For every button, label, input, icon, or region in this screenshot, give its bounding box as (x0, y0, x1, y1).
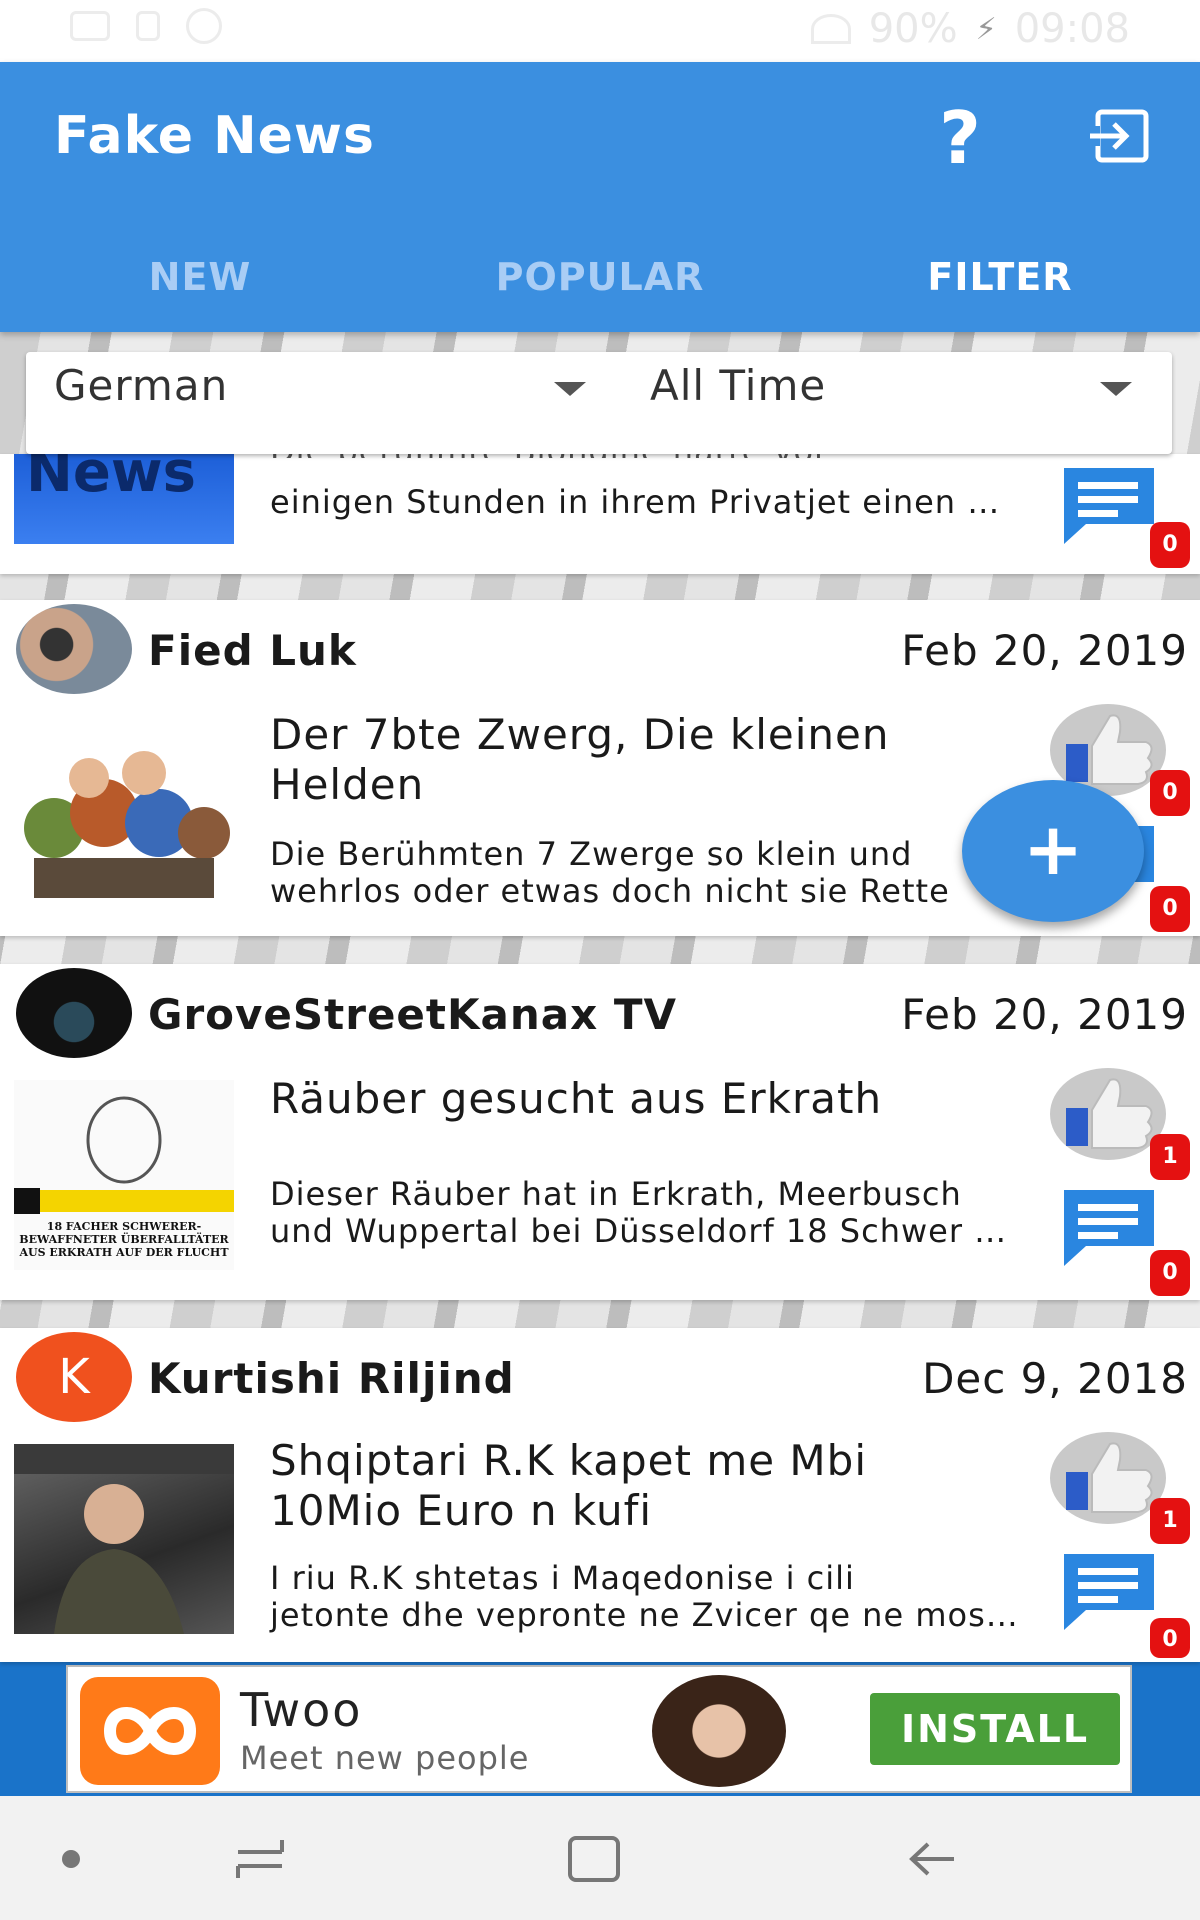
excerpt-line: Die Berühmten 7 Zwerge so klein und (270, 835, 913, 873)
thumbnail-text: News (26, 454, 196, 505)
add-news-button[interactable]: + (962, 780, 1144, 922)
avatar (16, 968, 132, 1058)
like-count-badge: 0 (1150, 770, 1190, 816)
avatar (16, 604, 132, 694)
excerpt-line: I riu R.K shtetas i Maqedonise i cili (270, 1559, 855, 1597)
excerpt-line: Dieser Räuber hat in Erkrath, Meerbusch (270, 1175, 962, 1213)
comment-button[interactable] (1058, 464, 1160, 546)
home-button-icon[interactable] (566, 1834, 622, 1888)
back-icon[interactable] (904, 1834, 960, 1888)
excerpt-line: wehrlos oder etwas doch nicht sie Rette (270, 872, 950, 910)
notification-icon (136, 11, 160, 41)
news-excerpt: Die Berühmten 7 Zwerge so klein und wehr… (270, 836, 1040, 910)
post-date: Feb 20, 2019 (901, 990, 1188, 1039)
author-name[interactable]: Kurtishi Riljind (148, 1354, 515, 1403)
comment-button[interactable] (1058, 1186, 1160, 1268)
news-thumbnail (14, 1444, 234, 1634)
app-title: Fake News (54, 106, 375, 166)
whatsapp-icon (186, 8, 222, 44)
battery-level: 90% (868, 6, 958, 52)
author-name[interactable]: GroveStreetKanax TV (148, 990, 677, 1039)
comment-button[interactable] (1058, 1550, 1160, 1632)
news-card[interactable]: K Kurtishi Riljind Dec 9, 2018 Shqiptari… (0, 1328, 1200, 1662)
tab-bar: NEW POPULAR FILTER (0, 222, 1200, 332)
avatar: K (16, 1332, 132, 1422)
news-headline: Shqiptari R.K kapet me Mbi 10Mio Euro n … (270, 1436, 970, 1536)
post-date: Dec 9, 2018 (922, 1354, 1188, 1403)
news-excerpt: I riu R.K shtetas i Maqedonise i cili je… (270, 1560, 1040, 1634)
news-excerpt: Dieser Räuber hat in Erkrath, Meerbusch … (270, 1176, 1040, 1250)
post-date: Feb 20, 2019 (901, 626, 1188, 675)
thumbnail-caption: 18 FACHER SCHWERER-BEWAFFNETER ÜBERFALLT… (19, 1220, 229, 1259)
chevron-down-icon (554, 382, 586, 396)
twoo-logo-icon (80, 1677, 220, 1785)
news-thumbnail: News (14, 454, 234, 544)
news-thumbnail: 18 FACHER SCHWERER-BEWAFFNETER ÜBERFALLT… (14, 1080, 234, 1270)
tab-new[interactable]: NEW (0, 222, 400, 332)
filter-card: German All Time (26, 352, 1172, 454)
charging-icon: ⚡ (975, 11, 997, 47)
app-bar: Fake News ? NEW POPULAR FILTER (0, 62, 1200, 332)
status-bar: 90% ⚡ 09:08 (0, 0, 1200, 62)
clock: 09:08 (1014, 6, 1130, 52)
home-dot-icon[interactable] (62, 1850, 80, 1868)
headline-line: Räuber gesucht aus Erkrath (270, 1074, 883, 1123)
recent-apps-icon[interactable] (232, 1834, 288, 1888)
mail-icon (70, 11, 110, 41)
system-nav-bar (0, 1796, 1200, 1920)
ad-card[interactable]: Twoo Meet new people INSTALL (66, 1665, 1132, 1793)
ad-banner: Twoo Meet new people INSTALL (0, 1662, 1200, 1796)
language-select[interactable]: German (54, 352, 594, 454)
headline-line: Shqiptari R.K kapet me Mbi (270, 1436, 867, 1485)
comment-count-badge: 0 (1150, 1250, 1190, 1296)
ad-title: Twoo (240, 1683, 363, 1737)
comment-count-badge: 0 (1150, 1618, 1190, 1658)
time-range-value: All Time (650, 361, 827, 410)
news-card-partial[interactable]: News Die berühmte Blondine hatte vor ein… (0, 432, 1200, 574)
language-value: German (54, 361, 229, 410)
like-count-badge: 1 (1150, 1134, 1190, 1180)
install-button[interactable]: INSTALL (870, 1693, 1120, 1765)
like-count-badge: 1 (1150, 1498, 1190, 1544)
ad-subtitle: Meet new people (240, 1739, 530, 1777)
headline-line: Der 7bte Zwerg, Die kleinen (270, 710, 890, 759)
headline-line: 10Mio Euro n kufi (270, 1486, 653, 1535)
excerpt-line: und Wuppertal bei Düsseldorf 18 Schwer … (270, 1212, 1008, 1250)
time-range-select[interactable]: All Time (650, 352, 1150, 454)
comment-count-badge: 0 (1150, 522, 1190, 568)
news-headline: Der 7bte Zwerg, Die kleinen Helden (270, 710, 970, 810)
chevron-down-icon (1100, 382, 1132, 396)
headline-line: Helden (270, 760, 425, 809)
logout-icon[interactable] (1086, 106, 1152, 166)
news-headline: Räuber gesucht aus Erkrath (270, 1074, 970, 1124)
news-thumbnail (14, 718, 234, 908)
comment-count-badge: 0 (1150, 886, 1190, 932)
wifi-icon (810, 14, 851, 44)
ad-image (652, 1675, 786, 1787)
excerpt-line: jetonte dhe vepronte ne Zvicer qe ne mos… (270, 1596, 1019, 1634)
avatar-letter: K (58, 1349, 90, 1405)
news-excerpt: einigen Stunden in ihrem Privatjet einen… (270, 483, 1001, 521)
author-name[interactable]: Fied Luk (148, 626, 357, 675)
news-card[interactable]: GroveStreetKanax TV Feb 20, 2019 18 FACH… (0, 964, 1200, 1300)
tab-filter[interactable]: FILTER (800, 222, 1200, 332)
help-icon[interactable]: ? (930, 98, 990, 178)
tab-popular[interactable]: POPULAR (400, 222, 800, 332)
